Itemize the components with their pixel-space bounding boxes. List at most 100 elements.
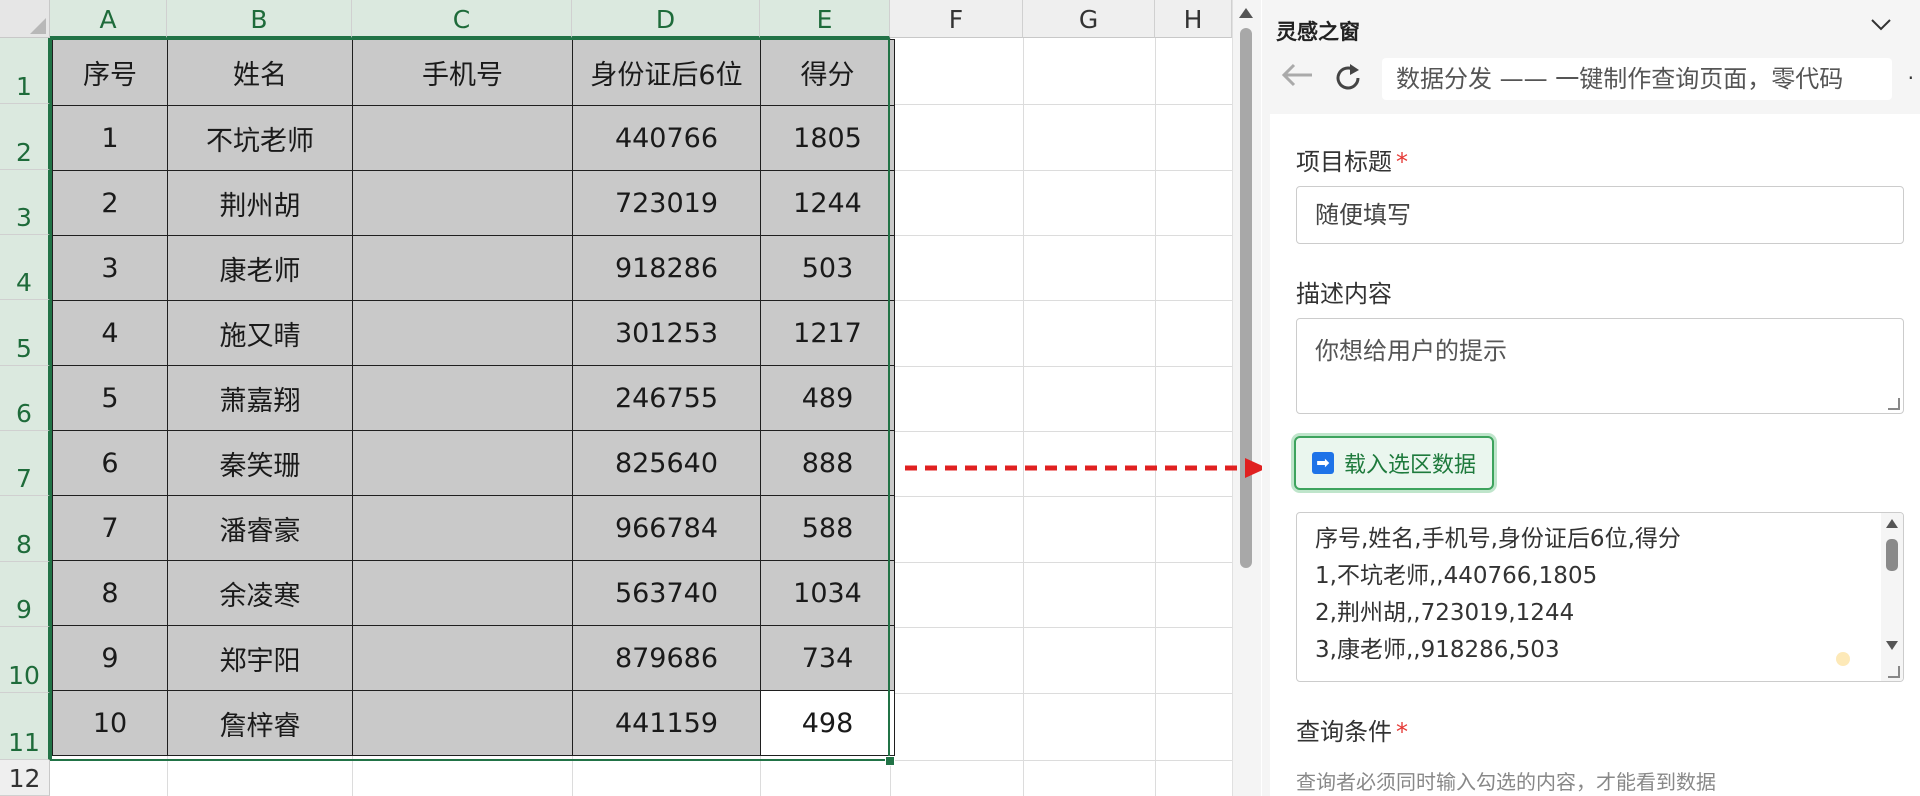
table-cell[interactable]: 6 <box>52 430 168 496</box>
table-cell[interactable]: 8 <box>52 560 168 626</box>
row-header-4[interactable]: 4 <box>0 235 50 300</box>
table-cell[interactable]: 9 <box>52 625 168 691</box>
row-header-1[interactable]: 1 <box>0 38 50 104</box>
row-header-10[interactable]: 10 <box>0 627 50 693</box>
header-cell[interactable]: 姓名 <box>167 39 353 106</box>
back-arrow-icon[interactable] <box>1280 62 1314 88</box>
table-cell[interactable]: 966784 <box>572 495 761 561</box>
table-cell[interactable]: 潘睿豪 <box>167 495 353 561</box>
row-header-2[interactable]: 2 <box>0 104 50 170</box>
description-textarea[interactable]: 你想给用户的提示 <box>1296 318 1904 414</box>
table-cell[interactable]: 825640 <box>572 430 761 496</box>
scroll-down-icon[interactable] <box>1886 641 1898 650</box>
project-title-input[interactable]: 随便填写 <box>1296 186 1904 244</box>
table-cell[interactable]: 734 <box>760 625 895 691</box>
table-row: 4 施又晴 301253 1217 <box>52 300 895 366</box>
table-cell[interactable]: 萧嘉翔 <box>167 365 353 431</box>
table-cell[interactable]: 郑宇阳 <box>167 625 353 691</box>
table-cell[interactable]: 1 <box>52 105 168 171</box>
table-cell[interactable] <box>352 430 573 496</box>
column-header-f[interactable]: F <box>890 0 1023 38</box>
table-cell[interactable]: 1244 <box>760 170 895 236</box>
scroll-thumb[interactable] <box>1886 539 1898 571</box>
table-cell[interactable]: 2 <box>52 170 168 236</box>
table-cell[interactable]: 施又晴 <box>167 300 353 366</box>
table-cell[interactable]: 246755 <box>572 365 761 431</box>
column-header-h[interactable]: H <box>1155 0 1232 38</box>
table-cell[interactable]: 1805 <box>760 105 895 171</box>
table-cell[interactable]: 888 <box>760 430 895 496</box>
table-row: 7 潘睿豪 966784 588 <box>52 495 895 561</box>
column-header-a[interactable]: A <box>50 0 167 38</box>
table-cell[interactable] <box>352 365 573 431</box>
table-cell[interactable]: 723019 <box>572 170 761 236</box>
table-cell[interactable] <box>352 690 573 756</box>
refresh-icon[interactable] <box>1332 62 1364 94</box>
table-cell[interactable]: 563740 <box>572 560 761 626</box>
table-cell[interactable]: 440766 <box>572 105 761 171</box>
table-cell[interactable]: 301253 <box>572 300 761 366</box>
table-cell[interactable] <box>352 625 573 691</box>
row-header-8[interactable]: 8 <box>0 496 50 562</box>
row-header-5[interactable]: 5 <box>0 300 50 366</box>
column-header-b[interactable]: B <box>167 0 352 38</box>
address-bar[interactable]: 数据分发 —— 一键制作查询页面，零代码 <box>1382 58 1892 100</box>
table-cell[interactable]: 3 <box>52 235 168 301</box>
status-dot <box>1836 652 1850 666</box>
table-cell[interactable] <box>352 495 573 561</box>
select-all-corner[interactable] <box>0 0 50 38</box>
table-cell[interactable]: 余凌寒 <box>167 560 353 626</box>
more-icon[interactable]: · <box>1908 66 1914 90</box>
column-header-d[interactable]: D <box>572 0 760 38</box>
row-header-6[interactable]: 6 <box>0 366 50 431</box>
table-cell[interactable]: 荆州胡 <box>167 170 353 236</box>
table-cell[interactable]: 不坑老师 <box>167 105 353 171</box>
column-header-g[interactable]: G <box>1023 0 1155 38</box>
table-cell[interactable] <box>352 105 573 171</box>
table-cell[interactable]: 498 <box>760 690 895 756</box>
table-cell[interactable]: 5 <box>52 365 168 431</box>
table-cell[interactable]: 441159 <box>572 690 761 756</box>
table-cell[interactable]: 秦笑珊 <box>167 430 353 496</box>
row-header-7[interactable]: 7 <box>0 431 50 496</box>
table-cell[interactable]: 879686 <box>572 625 761 691</box>
table-cell[interactable]: 1034 <box>760 560 895 626</box>
header-cell[interactable]: 身份证后6位 <box>572 39 761 106</box>
column-header-e[interactable]: E <box>760 0 890 38</box>
header-cell[interactable]: 序号 <box>52 39 168 106</box>
table-cell[interactable]: 503 <box>760 235 895 301</box>
table-cell[interactable] <box>352 560 573 626</box>
row-header-12[interactable]: 12 <box>0 760 50 796</box>
table-cell[interactable]: 1217 <box>760 300 895 366</box>
resize-grip-icon[interactable] <box>1888 666 1900 678</box>
row-header-3[interactable]: 3 <box>0 170 50 235</box>
table-cell[interactable] <box>352 170 573 236</box>
selection-data-textarea[interactable]: 序号,姓名,手机号,身份证后6位,得分 1,不坑老师,,440766,1805 2,… <box>1296 512 1904 682</box>
scroll-up-icon[interactable] <box>1239 8 1253 18</box>
table-cell[interactable]: 588 <box>760 495 895 561</box>
table-cell[interactable]: 918286 <box>572 235 761 301</box>
query-condition-label: 查询条件 * <box>1296 712 1408 747</box>
fill-handle[interactable] <box>885 756 895 766</box>
data-scrollbar[interactable] <box>1881 513 1903 681</box>
select-all-triangle-icon <box>30 18 46 34</box>
table-cell[interactable]: 10 <box>52 690 168 756</box>
sheet-vertical-scrollbar[interactable] <box>1232 0 1261 796</box>
load-selection-button[interactable]: ➡ 载入选区数据 <box>1294 436 1494 490</box>
header-cell[interactable]: 手机号 <box>352 39 573 106</box>
chevron-down-icon[interactable] <box>1870 18 1892 32</box>
table-cell[interactable]: 489 <box>760 365 895 431</box>
table-cell[interactable]: 詹梓睿 <box>167 690 353 756</box>
scroll-up-icon[interactable] <box>1886 519 1898 528</box>
table-cell[interactable]: 4 <box>52 300 168 366</box>
table-cell[interactable] <box>352 300 573 366</box>
header-cell[interactable]: 得分 <box>760 39 895 106</box>
scroll-thumb[interactable] <box>1240 28 1252 568</box>
column-header-c[interactable]: C <box>352 0 572 38</box>
resize-grip-icon[interactable] <box>1888 398 1900 410</box>
row-header-11[interactable]: 11 <box>0 693 50 760</box>
row-header-9[interactable]: 9 <box>0 562 50 627</box>
table-cell[interactable]: 7 <box>52 495 168 561</box>
table-cell[interactable]: 康老师 <box>167 235 353 301</box>
table-cell[interactable] <box>352 235 573 301</box>
